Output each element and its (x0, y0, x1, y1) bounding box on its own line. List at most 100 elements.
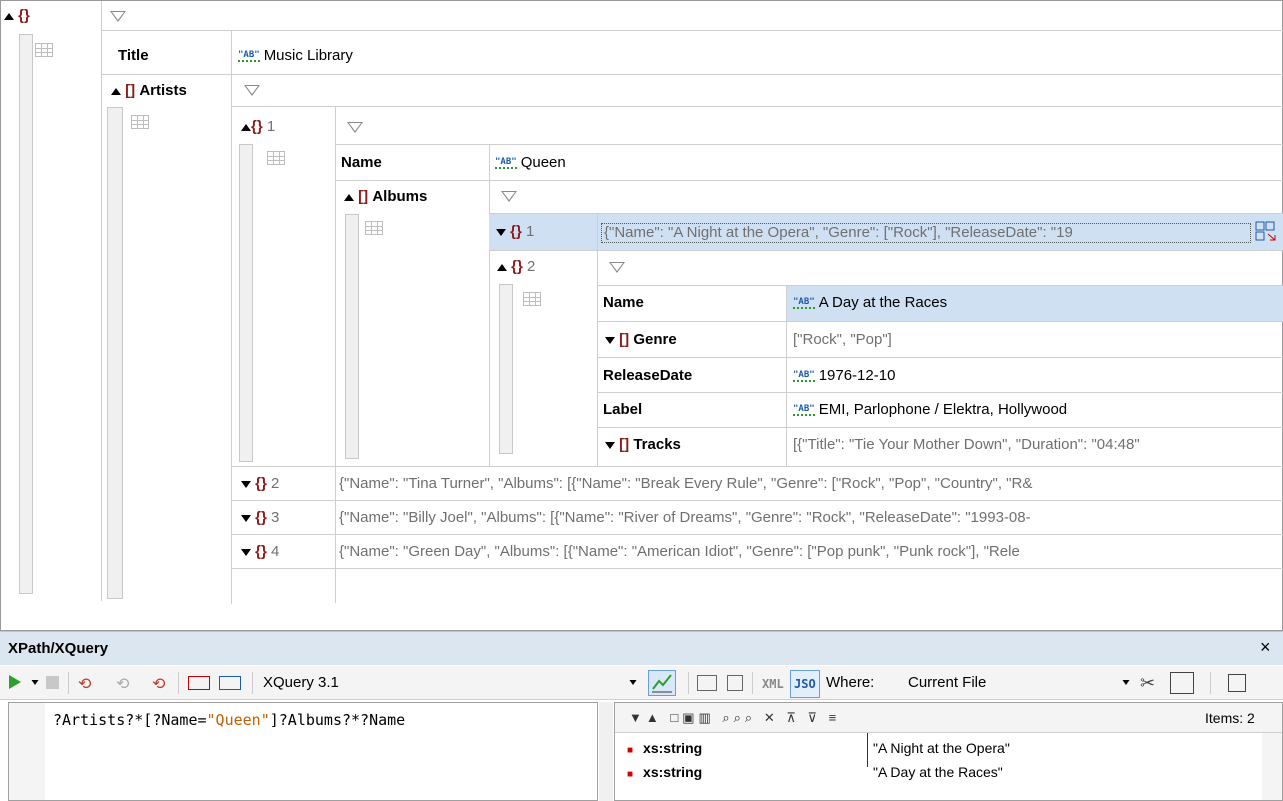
where-select[interactable]: Current File (908, 674, 986, 692)
genre-array-node[interactable]: [] Genre (605, 331, 677, 349)
object-icon: {} (18, 7, 30, 24)
object-icon: {} (511, 258, 523, 275)
string-type-icon: "AB" (238, 50, 260, 63)
albums-array-node[interactable]: [] Albums (344, 188, 427, 206)
collapse-arrow-icon[interactable] (4, 12, 14, 20)
xpath-toolbar: ⟲ ⟲ ⟲ XQuery 3.1 XML JSO Where: Current Fi… (0, 666, 1283, 700)
album-2-level-bar[interactable] (499, 284, 513, 454)
show-results-icon[interactable] (697, 675, 717, 691)
release-date-value[interactable]: "AB" 1976-12-10 (793, 367, 895, 385)
grid-line (231, 500, 1283, 501)
artists-level-bar[interactable] (107, 107, 123, 599)
tracks-preview[interactable]: [{"Title": "Tie Your Mother Down", "Dura… (793, 436, 1281, 454)
album-1-node[interactable]: {} 1 (496, 223, 534, 241)
open-results-icon[interactable] (1170, 672, 1194, 694)
toolbar-separator (252, 672, 253, 694)
result-value[interactable]: "A Night at the Opera" (873, 739, 1010, 757)
filter-icon[interactable] (244, 85, 260, 96)
panel-splitter[interactable] (599, 702, 613, 801)
artist-2-node[interactable]: {} 2 (241, 475, 279, 493)
results-toolbar-icons[interactable]: ▼▲ □▣▥ ⌕⌕⌕ ✕ ⊼ ⊽ ≡ (629, 709, 840, 727)
result-row[interactable]: ■ xs:string (627, 763, 702, 784)
xml-mode-button[interactable]: XML (762, 675, 784, 693)
panel-title: XPath/XQuery (8, 640, 109, 657)
results-scrollbar[interactable] (1262, 733, 1282, 800)
debug-icons[interactable]: ⟲ ⟲ ⟲ (78, 672, 178, 694)
grid-line (597, 427, 1283, 428)
expand-arrow-icon[interactable] (605, 441, 615, 449)
title-key: Title (118, 47, 149, 64)
expand-arrow-icon[interactable] (241, 548, 251, 556)
object-icon: {} (255, 509, 267, 526)
array-icon: [] (358, 188, 369, 205)
xpath-panel-header (0, 631, 1283, 665)
grid-line (231, 568, 1283, 569)
artist-4-preview[interactable]: {"Name": "Green Day", "Albums": [{"Name"… (339, 543, 1281, 561)
artist-3-preview[interactable]: {"Name": "Billy Joel", "Albums": [{"Name… (339, 509, 1281, 527)
tracepoint-icon[interactable] (219, 676, 241, 690)
query-editor[interactable]: ?Artists?*[?Name="Queen"]?Albums?*?Name (8, 702, 598, 801)
filter-icon[interactable] (609, 262, 625, 273)
toolbar-separator (1210, 672, 1211, 694)
artist-1-level-bar[interactable] (239, 144, 253, 462)
expand-arrow-icon[interactable] (241, 480, 251, 488)
root-level-bar[interactable] (19, 34, 33, 594)
artists-array-node[interactable]: [] Artists (111, 82, 187, 100)
items-count: Items: 2 (1205, 710, 1255, 726)
collapse-arrow-icon[interactable] (241, 123, 251, 131)
table-view-icon[interactable] (365, 221, 383, 235)
result-row[interactable]: ■ xs:string (627, 739, 702, 760)
filter-icon[interactable] (501, 191, 517, 202)
tracks-array-node[interactable]: [] Tracks (605, 436, 681, 454)
title-value[interactable]: "AB" Music Library (238, 47, 353, 65)
album-1-preview[interactable]: {"Name": "A Night at the Opera", "Genre"… (601, 223, 1251, 243)
albums-level-bar[interactable] (345, 214, 359, 459)
artist-2-preview[interactable]: {"Name": "Tina Turner", "Albums": [{"Nam… (339, 475, 1281, 493)
table-view-icon[interactable] (35, 43, 53, 57)
result-value[interactable]: "A Day at the Races" (873, 763, 1003, 781)
root-object-node[interactable]: {} (4, 7, 30, 25)
album-name-value[interactable]: "AB" A Day at the Races (793, 294, 947, 312)
artist-3-node[interactable]: {} 3 (241, 509, 279, 527)
array-icon: [] (619, 436, 630, 453)
stop-icon[interactable] (46, 676, 59, 689)
table-view-icon[interactable] (523, 292, 541, 306)
table-view-icon[interactable] (131, 115, 149, 129)
results-divider (867, 733, 868, 767)
tools-icon[interactable]: ✂ (1140, 672, 1164, 694)
artist-4-node[interactable]: {} 4 (241, 543, 279, 561)
filter-icon[interactable] (110, 11, 126, 22)
close-icon[interactable]: × (1260, 638, 1271, 656)
chart-toggle-icon[interactable] (648, 670, 676, 696)
breakpoint-icon[interactable] (188, 676, 210, 690)
text-mode-icon[interactable] (727, 675, 743, 691)
object-icon: {} (255, 475, 267, 492)
expand-arrow-icon[interactable] (496, 228, 506, 236)
editor-gutter (9, 703, 45, 800)
artist-1-node[interactable]: {} 1 (241, 118, 275, 136)
query-text[interactable]: ?Artists?*[?Name="Queen"]?Albums?*?Name (53, 711, 405, 729)
genre-preview[interactable]: ["Rock", "Pop"] (793, 331, 892, 349)
label-value[interactable]: "AB" EMI, Parlophone / Elektra, Hollywood (793, 401, 1067, 419)
filter-icon[interactable] (347, 122, 363, 133)
grid-line (101, 74, 1283, 75)
layout-icon[interactable] (1228, 674, 1246, 692)
run-dropdown-icon[interactable] (31, 680, 39, 685)
object-icon: {} (510, 223, 522, 240)
collapse-arrow-icon[interactable] (344, 193, 354, 201)
artist-name-value[interactable]: "AB" Queen (495, 154, 566, 172)
language-select[interactable]: XQuery 3.1 (263, 674, 339, 692)
grid-line (231, 534, 1283, 535)
expand-cell-icon[interactable] (1255, 221, 1277, 241)
label-key: Label (603, 401, 643, 418)
run-icon[interactable] (8, 674, 22, 690)
collapse-arrow-icon[interactable] (111, 87, 121, 95)
expand-arrow-icon[interactable] (241, 514, 251, 522)
json-mode-button[interactable]: JSO (790, 670, 820, 698)
expand-arrow-icon[interactable] (605, 336, 615, 344)
where-dropdown-icon[interactable] (1122, 680, 1130, 685)
language-dropdown-icon[interactable] (629, 680, 637, 685)
album-2-node[interactable]: {} 2 (497, 258, 535, 276)
collapse-arrow-icon[interactable] (497, 263, 507, 271)
table-view-icon[interactable] (267, 151, 285, 165)
